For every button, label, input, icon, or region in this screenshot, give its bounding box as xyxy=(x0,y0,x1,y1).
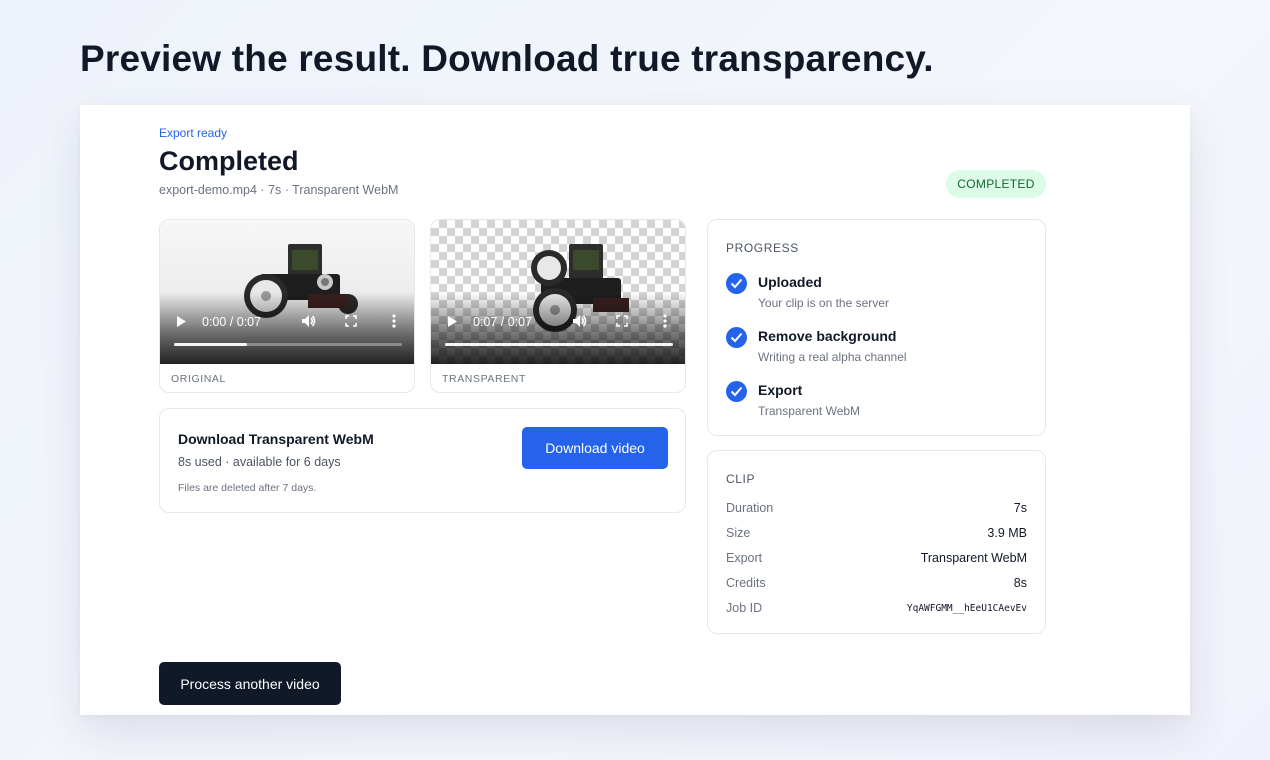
result-card: Export ready Completed export-demo.mp4 ·… xyxy=(80,105,1190,715)
original-label: ORIGINAL xyxy=(171,373,226,385)
transparent-video-card: 0:07 / 0:07 TRANSPARENT xyxy=(430,219,686,393)
step-desc: Writing a real alpha channel xyxy=(758,350,907,364)
download-video-button[interactable]: Download video xyxy=(522,427,668,469)
clip-value: Transparent WebM xyxy=(920,551,1027,565)
transparent-video-player[interactable]: 0:07 / 0:07 xyxy=(431,220,685,364)
progress-step-export: Export Transparent WebM xyxy=(726,380,1026,420)
check-icon xyxy=(726,327,747,348)
original-video-card: 0:00 / 0:07 ORIGINAL xyxy=(159,219,415,393)
play-icon[interactable] xyxy=(447,315,458,331)
original-video-player[interactable]: 0:00 / 0:07 xyxy=(160,220,414,364)
check-icon xyxy=(726,381,747,402)
file-subtitle: export-demo.mp4 · 7s · Transparent WebM xyxy=(159,183,399,197)
step-title: Uploaded xyxy=(758,274,822,290)
clip-title: CLIP xyxy=(726,472,756,486)
video-time: 0:07 / 0:07 xyxy=(473,315,533,329)
job-id-value: YqAWFGMM__hEeU1CAevEv xyxy=(906,603,1027,614)
clip-value: 3.9 MB xyxy=(987,526,1027,540)
video-controls: 0:00 / 0:07 xyxy=(160,310,414,350)
scrubber-fill xyxy=(445,343,673,346)
video-scrubber[interactable] xyxy=(174,343,402,346)
step-title: Remove background xyxy=(758,328,897,344)
clip-key: Export xyxy=(726,551,763,565)
download-title: Download Transparent WebM xyxy=(178,431,374,447)
status-badge: COMPLETED xyxy=(946,170,1046,198)
clip-key: Credits xyxy=(726,576,766,590)
volume-icon[interactable] xyxy=(301,314,316,331)
fullscreen-icon[interactable] xyxy=(616,315,628,330)
clip-row-job-id: Job ID YqAWFGMM__hEeU1CAevEv xyxy=(726,601,1027,617)
progress-step-uploaded: Uploaded Your clip is on the server xyxy=(726,272,1026,312)
video-time: 0:00 / 0:07 xyxy=(202,315,262,329)
play-icon[interactable] xyxy=(176,315,187,331)
clip-row-duration: Duration 7s xyxy=(726,501,1027,517)
progress-step-remove-background: Remove background Writing a real alpha c… xyxy=(726,326,1026,366)
clip-row-credits: Credits 8s xyxy=(726,576,1027,592)
check-icon xyxy=(726,273,747,294)
step-desc: Your clip is on the server xyxy=(758,296,889,310)
step-desc: Transparent WebM xyxy=(758,404,861,418)
process-another-video-button[interactable]: Process another video xyxy=(159,662,341,705)
clip-value: 8s xyxy=(1013,576,1027,590)
page-title: Completed xyxy=(159,146,299,176)
clip-key: Job ID xyxy=(726,601,763,615)
clip-row-size: Size 3.9 MB xyxy=(726,526,1027,542)
clip-row-export: Export Transparent WebM xyxy=(726,551,1027,567)
progress-title: PROGRESS xyxy=(726,241,799,255)
download-meta: 8s used · available for 6 days xyxy=(178,455,341,469)
scrubber-fill xyxy=(174,343,247,346)
more-vertical-icon[interactable] xyxy=(392,314,396,331)
download-card: Download Transparent WebM 8s used · avai… xyxy=(159,408,686,513)
clip-key: Size xyxy=(726,526,751,540)
clip-value: 7s xyxy=(1013,501,1027,515)
page-headline: Preview the result. Download true transp… xyxy=(80,38,934,79)
progress-card: PROGRESS Uploaded Your clip is on the se… xyxy=(707,219,1046,436)
fullscreen-icon[interactable] xyxy=(345,315,357,330)
more-vertical-icon[interactable] xyxy=(663,314,667,331)
video-controls: 0:07 / 0:07 xyxy=(431,310,685,350)
volume-icon[interactable] xyxy=(572,314,587,331)
clip-key: Duration xyxy=(726,501,774,515)
download-note: Files are deleted after 7 days. xyxy=(178,482,317,494)
step-title: Export xyxy=(758,382,803,398)
clip-card: CLIP Duration 7s Size 3.9 MB Export Tran… xyxy=(707,450,1046,634)
export-ready-label: Export ready xyxy=(159,126,228,140)
transparent-label: TRANSPARENT xyxy=(442,373,526,385)
video-scrubber[interactable] xyxy=(445,343,673,346)
